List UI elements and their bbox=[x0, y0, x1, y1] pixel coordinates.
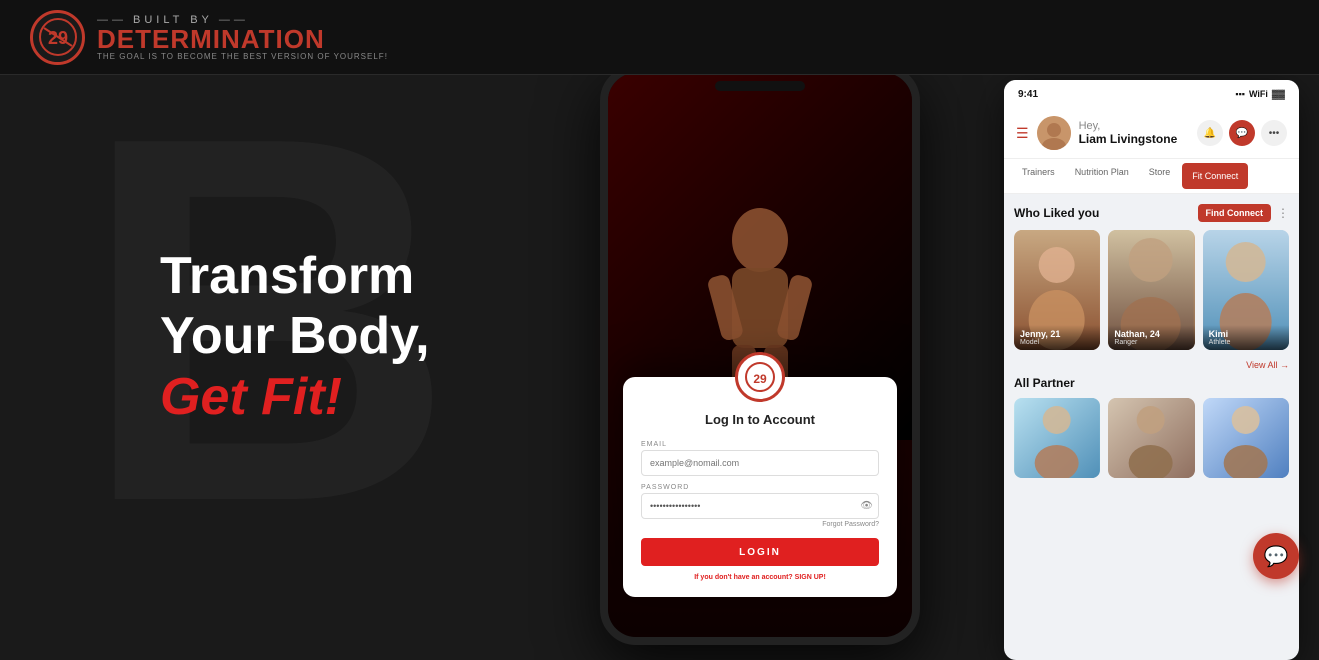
profile-name-kimi: Kimi bbox=[1209, 329, 1283, 339]
phone-notch bbox=[715, 81, 805, 91]
profile-info-kimi: Kimi Athlete bbox=[1203, 325, 1289, 350]
password-input[interactable] bbox=[641, 493, 879, 519]
site-header: 29 BUILT BY DETERMINATION THE GOAL IS TO… bbox=[0, 0, 1319, 75]
signup-link[interactable]: SIGN UP! bbox=[795, 574, 826, 581]
password-field-wrapper: 👁 bbox=[641, 493, 879, 519]
partner-card-3[interactable] bbox=[1203, 398, 1289, 478]
login-button[interactable]: LOGIN bbox=[641, 538, 879, 566]
profile-card-nathan[interactable]: Nathan, 24 Ranger bbox=[1108, 230, 1194, 350]
message-icon-btn[interactable]: 💬 bbox=[1229, 120, 1255, 146]
app-header-left: ☰ Hey, Liam Livingstone bbox=[1016, 116, 1177, 150]
profile-role-nathan: Ranger bbox=[1114, 339, 1188, 346]
logo-tagline: THE GOAL IS TO BECOME THE BEST VERSION O… bbox=[97, 52, 388, 61]
phone-frame: 29 Log In to Account EMAIL PASSWORD 👁 Fo… bbox=[600, 65, 920, 645]
login-logo-icon: 29 bbox=[735, 352, 785, 402]
partner-row bbox=[1014, 398, 1289, 478]
profile-role-kimi: Athlete bbox=[1209, 339, 1283, 346]
login-card: 29 Log In to Account EMAIL PASSWORD 👁 Fo… bbox=[623, 377, 897, 597]
phone-mockup-login: 29 Log In to Account EMAIL PASSWORD 👁 Fo… bbox=[600, 65, 920, 645]
status-time: 9:41 bbox=[1018, 89, 1038, 100]
profile-card-jenny[interactable]: Jenny, 21 Model bbox=[1014, 230, 1100, 350]
no-account-text: If you don't have an account? SIGN UP! bbox=[641, 574, 879, 581]
profile-info-jenny: Jenny, 21 Model bbox=[1014, 325, 1100, 350]
email-label: EMAIL bbox=[641, 441, 879, 448]
eye-icon[interactable]: 👁 bbox=[860, 501, 873, 512]
tagline-line1: Transform Your Body, bbox=[160, 247, 430, 367]
section-more-icon[interactable]: ⋮ bbox=[1277, 206, 1289, 220]
app-status-bar: 9:41 ▪▪▪ WiFi ▓▓ bbox=[1004, 80, 1299, 108]
signal-icon: ▪▪▪ bbox=[1235, 89, 1245, 99]
chat-icon: 💬 bbox=[1264, 544, 1289, 569]
app-nav: Trainers Nutrition Plan Store Fit Connec… bbox=[1004, 159, 1299, 194]
app-body: Who Liked you Find Connect ⋮ bbox=[1004, 194, 1299, 488]
profile-card-kimi[interactable]: Kimi Athlete bbox=[1203, 230, 1289, 350]
battery-icon: ▓▓ bbox=[1272, 89, 1285, 99]
find-connect-label: Find Connect bbox=[1206, 208, 1264, 218]
status-icons: ▪▪▪ WiFi ▓▓ bbox=[1235, 89, 1285, 99]
tab-store[interactable]: Store bbox=[1139, 159, 1181, 193]
profile-info-nathan: Nathan, 24 Ranger bbox=[1108, 325, 1194, 350]
find-connect-button[interactable]: Find Connect bbox=[1198, 204, 1272, 222]
logo-text: BUILT BY DETERMINATION THE GOAL IS TO BE… bbox=[97, 14, 388, 61]
tab-trainers[interactable]: Trainers bbox=[1012, 159, 1065, 193]
app-screenshot: 9:41 ▪▪▪ WiFi ▓▓ ☰ Hey, bbox=[1004, 80, 1299, 660]
user-avatar bbox=[1037, 116, 1071, 150]
main-content: Transform Your Body, Get Fit! bbox=[0, 75, 1319, 599]
who-liked-title: Who Liked you bbox=[1014, 206, 1099, 220]
profile-role-jenny: Model bbox=[1020, 339, 1094, 346]
phone-screen: 29 Log In to Account EMAIL PASSWORD 👁 Fo… bbox=[608, 73, 912, 637]
more-options-btn[interactable]: ••• bbox=[1261, 120, 1287, 146]
forgot-password-link[interactable]: Forgot Password? bbox=[641, 521, 879, 528]
login-title: Log In to Account bbox=[641, 412, 879, 427]
logo-area: 29 BUILT BY DETERMINATION THE GOAL IS TO… bbox=[30, 10, 388, 65]
tab-nutrition[interactable]: Nutrition Plan bbox=[1065, 159, 1139, 193]
app-header-right: 🔔 💬 ••• bbox=[1197, 120, 1287, 146]
chat-bubble-button[interactable]: 💬 bbox=[1253, 533, 1299, 579]
partner-card-1[interactable] bbox=[1014, 398, 1100, 478]
tagline-line3: Get Fit! bbox=[160, 367, 430, 427]
profile-name-jenny: Jenny, 21 bbox=[1020, 329, 1094, 339]
logo-determination: DETERMINATION bbox=[97, 26, 388, 52]
view-all-link[interactable]: View All bbox=[1014, 360, 1289, 370]
svg-text:29: 29 bbox=[753, 372, 767, 386]
hero-text: Transform Your Body, Get Fit! bbox=[160, 247, 430, 427]
profiles-row: Jenny, 21 Model Nathan, 24 bbox=[1014, 230, 1289, 350]
app-header: ☰ Hey, Liam Livingstone 🔔 💬 ••• bbox=[1004, 108, 1299, 159]
hamburger-menu-icon[interactable]: ☰ bbox=[1016, 125, 1029, 142]
profile-name-nathan: Nathan, 24 bbox=[1114, 329, 1188, 339]
password-label: PASSWORD bbox=[641, 484, 879, 491]
user-info: Hey, Liam Livingstone bbox=[1079, 120, 1178, 146]
user-name: Liam Livingstone bbox=[1079, 132, 1178, 146]
notification-icon-btn[interactable]: 🔔 bbox=[1197, 120, 1223, 146]
wifi-icon: WiFi bbox=[1249, 89, 1268, 99]
tab-fit-connect[interactable]: Fit Connect bbox=[1182, 163, 1248, 189]
all-partner-title: All Partner bbox=[1014, 376, 1289, 390]
partner-card-2[interactable] bbox=[1108, 398, 1194, 478]
logo-icon: 29 bbox=[30, 10, 85, 65]
who-liked-header: Who Liked you Find Connect ⋮ bbox=[1014, 204, 1289, 222]
email-input[interactable] bbox=[641, 450, 879, 476]
user-greeting: Hey, bbox=[1079, 120, 1178, 132]
